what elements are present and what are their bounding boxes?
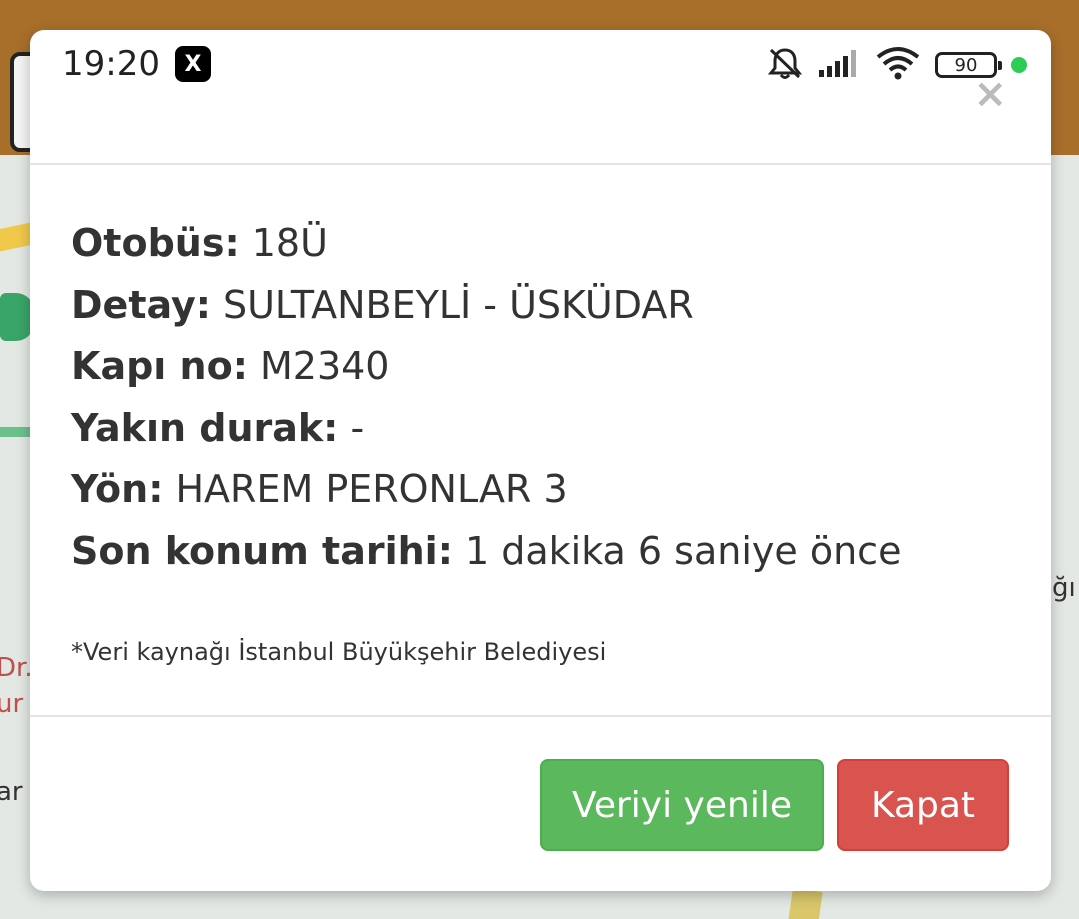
map-label: Dr. [0,653,33,683]
privacy-indicator-dot [1011,57,1027,73]
refresh-data-button[interactable]: Veriyi yenile [540,759,824,851]
map-road [787,888,823,919]
signal-icon [817,48,861,82]
info-row-door-no: Kapı no: M2340 [71,344,390,388]
close-button[interactable]: Kapat [837,759,1009,851]
bell-muted-icon [767,46,803,84]
status-time: 19:20 [62,44,160,84]
x-app-icon: X [175,46,211,82]
map-label: ğı [1052,573,1076,603]
info-row-last-location: Son konum tarihi: 1 dakika 6 saniye önce [71,528,902,573]
modal-header-divider [30,163,1051,165]
info-row-direction: Yön: HAREM PERONLAR 3 [71,467,568,511]
bus-info-modal: 19:20 X 90 × Otobüs: 18Ü Detay: SULTANBE… [30,30,1051,891]
wifi-icon [875,46,921,84]
map-label: ur [0,689,24,719]
close-icon[interactable]: × [973,74,1007,114]
info-row-detail: Detay: SULTANBEYLİ - ÜSKÜDAR [71,282,694,327]
map-label: ar [0,777,23,807]
info-row-nearby-stop: Yakın durak: - [71,405,365,450]
modal-footer-divider [30,715,1051,717]
data-source-note: *Veri kaynağı İstanbul Büyükşehir Beledi… [71,638,607,666]
info-row-bus: Otobüs: 18Ü [71,221,328,265]
map-pin-icon[interactable] [0,293,34,341]
bus-info-list: Otobüs: 18Ü Detay: SULTANBEYLİ - ÜSKÜDAR… [71,213,901,582]
